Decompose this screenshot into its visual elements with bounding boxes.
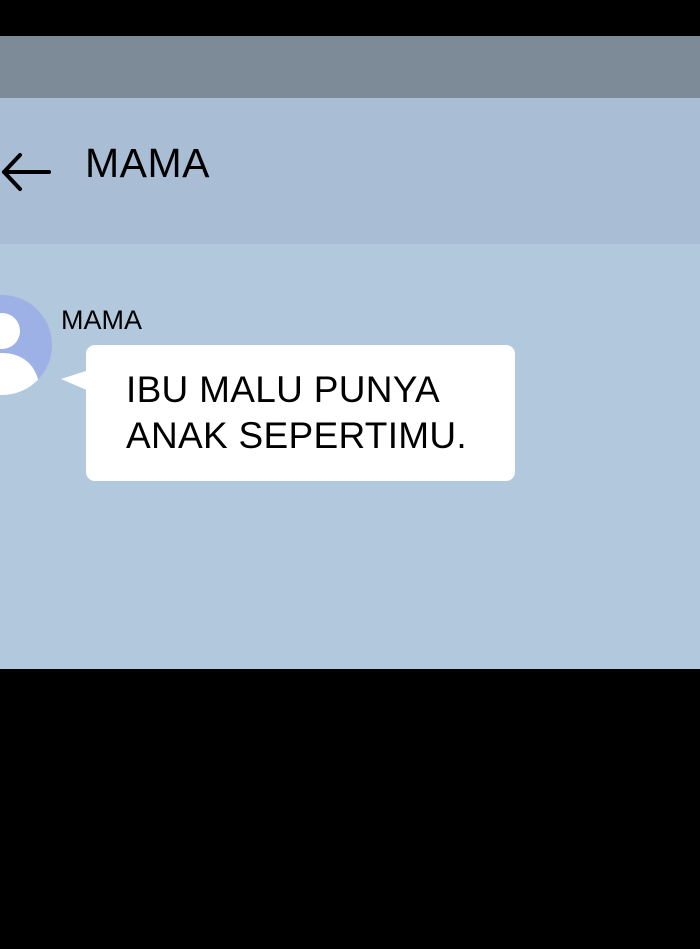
chat-title: MAMA bbox=[85, 140, 210, 186]
arrow-left-icon bbox=[2, 153, 51, 191]
message-text-line: IBU MALU PUNYA bbox=[126, 369, 440, 410]
bubble-tail bbox=[61, 370, 89, 391]
message-text-line: ANAK SEPERTIMU. bbox=[126, 415, 468, 456]
phone-screen: MAMA MAMA IBU MALU PUNYA ANAK SEPERTIMU. bbox=[0, 0, 700, 949]
status-bar bbox=[0, 36, 700, 98]
back-button[interactable] bbox=[0, 145, 56, 197]
sender-name: MAMA bbox=[61, 305, 142, 335]
message-bubble[interactable]: IBU MALU PUNYA ANAK SEPERTIMU. bbox=[86, 345, 515, 481]
